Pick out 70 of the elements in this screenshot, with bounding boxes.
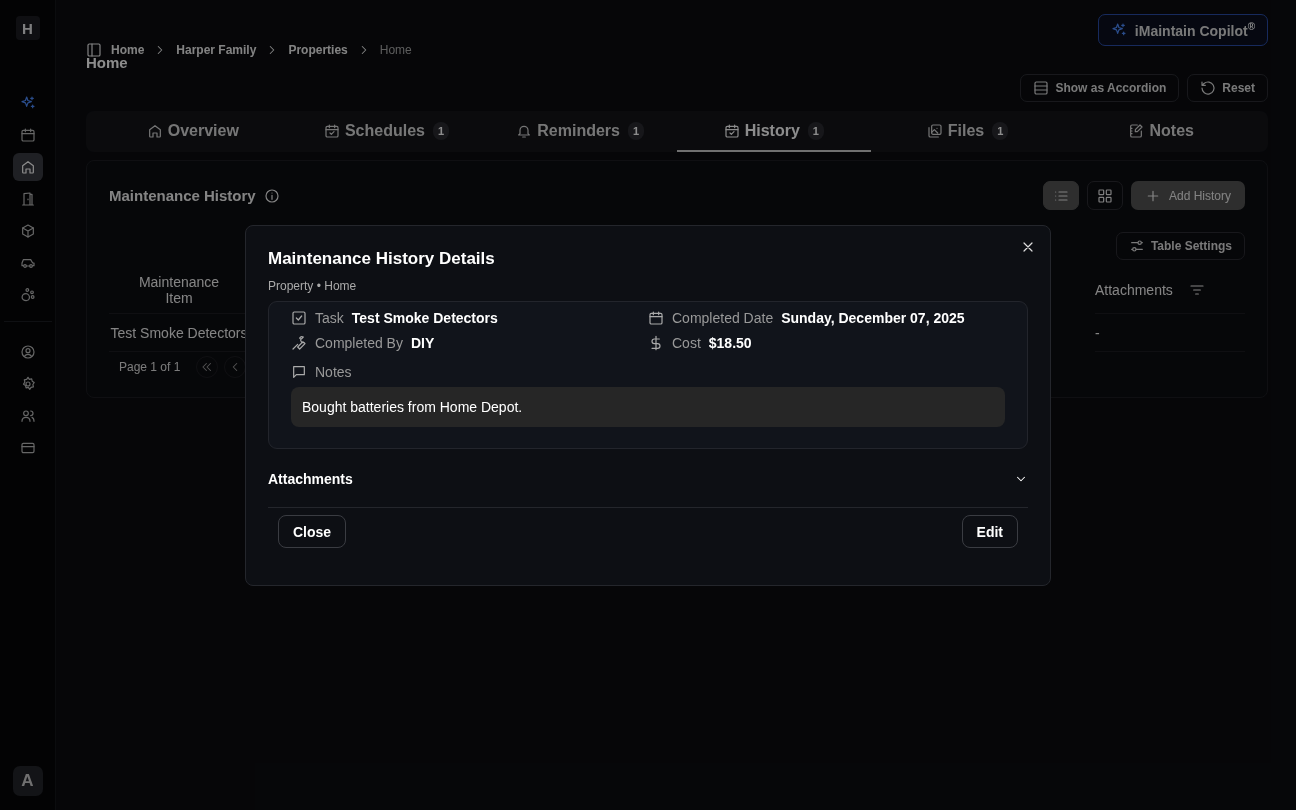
field-label: Notes (315, 364, 352, 380)
checkbox-icon (291, 310, 307, 326)
attachments-toggle[interactable]: Attachments (268, 471, 1028, 508)
add-history-button[interactable]: Add History (1130, 181, 1245, 210)
dialog-title: Maintenance History Details (268, 249, 496, 269)
column-header: Maintenance Item (137, 273, 221, 306)
breadcrumb-link[interactable]: Home (379, 43, 412, 57)
grid-icon (1096, 187, 1113, 204)
edit-button[interactable]: Edit (961, 515, 1018, 548)
column-header: Attachments (1095, 281, 1173, 298)
speech-bubble-icon (291, 364, 307, 380)
rows-icon (1033, 80, 1050, 96)
sparkles-icon (1110, 22, 1127, 38)
user-avatar[interactable]: A (12, 766, 43, 796)
field-value: Test Smoke Detectors (351, 310, 498, 326)
user-circle-icon (19, 344, 36, 360)
calendar-icon (323, 122, 340, 139)
field-label: Cost (672, 335, 701, 351)
tab[interactable]: Schedules 1 (289, 111, 484, 152)
breadcrumb-link[interactable]: Harper Family (176, 43, 257, 57)
tab[interactable]: Reminders 1 (483, 111, 677, 152)
page-info: Page 1 of 1 (119, 360, 181, 374)
users-icon (19, 408, 36, 424)
list-view-button[interactable] (1042, 181, 1079, 210)
breadcrumb-link[interactable]: Properties (288, 43, 348, 57)
view-button[interactable]: Show as Accordion (1020, 74, 1180, 102)
images-icon (926, 122, 943, 139)
close-dialog-button[interactable]: Close (278, 515, 347, 548)
home-icon (146, 122, 163, 139)
dollar-icon (648, 335, 664, 351)
table-cell: Test Smoke Detectors (110, 324, 248, 341)
calendar-icon (19, 127, 36, 143)
door-icon (19, 191, 36, 207)
sparkles-icon (19, 95, 36, 111)
credit-card-icon (19, 440, 36, 456)
app-logo[interactable]: H (15, 16, 40, 40)
copilot-button[interactable]: iMaintain Copilot$^{®}$ (1097, 14, 1268, 46)
view-button[interactable]: Reset (1187, 74, 1268, 102)
page-title: Home (86, 54, 128, 71)
field-value: DIY (410, 335, 435, 351)
box-icon (19, 223, 36, 239)
notes-icon (1128, 122, 1145, 139)
calendar-icon (648, 310, 664, 326)
grid-view-button[interactable] (1086, 181, 1123, 210)
tab[interactable]: Files 1 (870, 111, 1065, 152)
count-badge: 1 (807, 121, 824, 140)
field-value: Sunday, December 07, 2025 (781, 310, 965, 326)
tab[interactable]: Notes (1064, 111, 1259, 152)
field-label: Task (315, 310, 344, 326)
reset-icon (1200, 80, 1217, 96)
sliders-icon (1128, 238, 1145, 254)
table-cell: - (1095, 324, 1100, 341)
calendar-check-icon (723, 122, 740, 139)
home-icon (19, 159, 36, 175)
notes-text: Bought batteries from Home Depot. (291, 387, 1005, 427)
count-badge: 1 (627, 121, 645, 140)
sidebar-toggle-icon (86, 42, 102, 58)
info-icon (263, 187, 280, 204)
tab[interactable]: History 1 (677, 111, 871, 152)
sidebar-item[interactable] (12, 153, 43, 181)
field-label: Completed Date (672, 310, 774, 326)
field-value: $18.50 (708, 335, 752, 351)
breadcrumb-link[interactable]: Home (111, 43, 145, 57)
count-badge: 1 (992, 121, 1009, 140)
dialog-subtitle: Property • Home (268, 279, 358, 293)
count-badge: 1 (432, 121, 450, 140)
table-settings-button[interactable]: Table Settings (1115, 232, 1245, 260)
field-label: Completed By (315, 335, 403, 351)
tab[interactable]: Overview (96, 111, 290, 152)
section-title: Maintenance History (109, 187, 256, 204)
